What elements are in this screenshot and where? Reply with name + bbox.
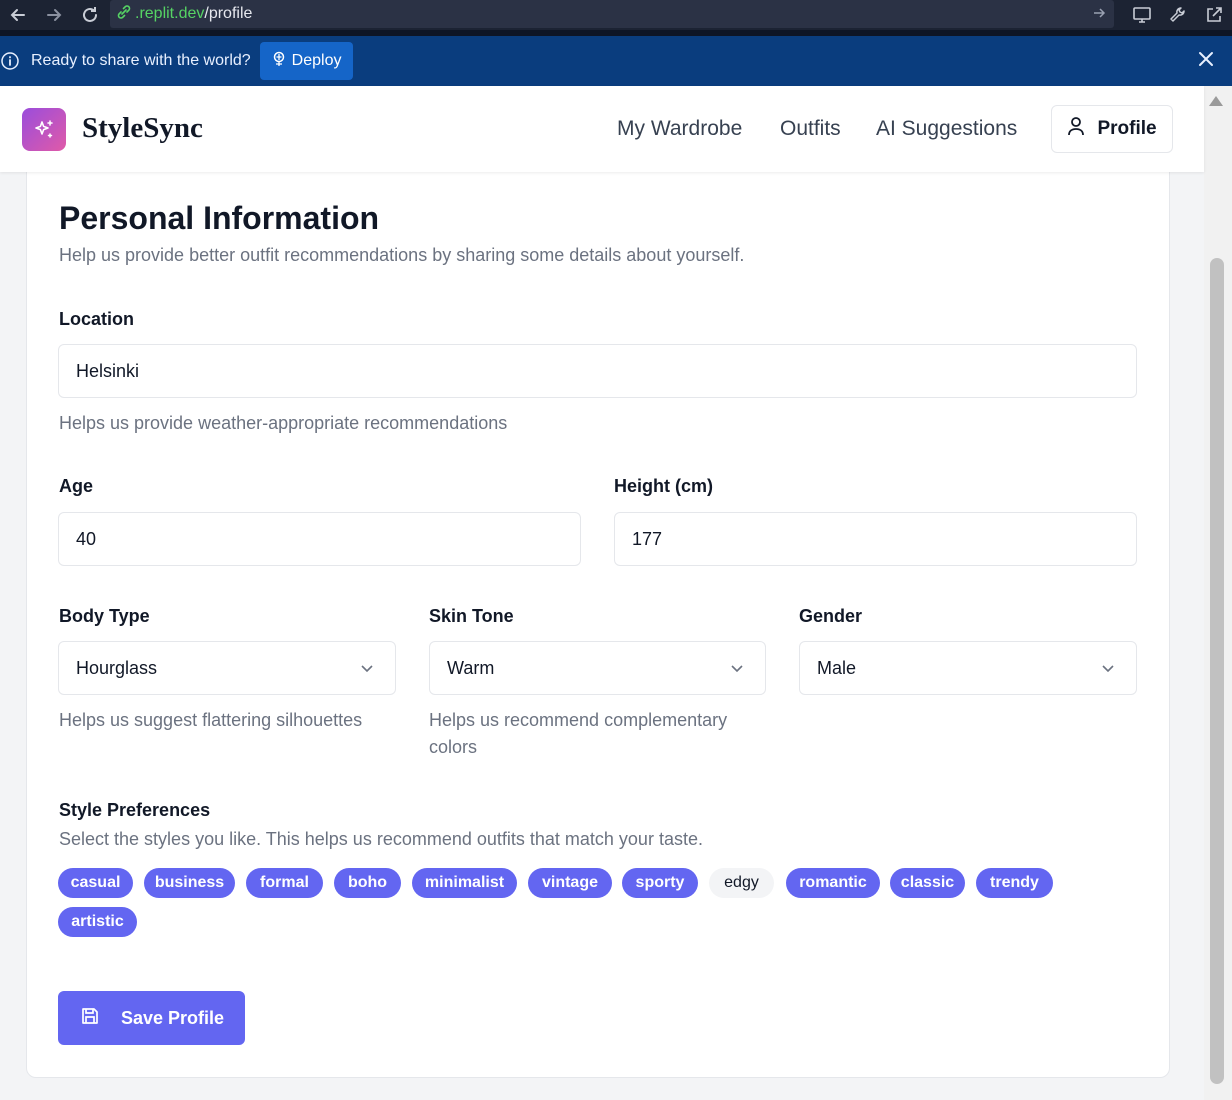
gender-value: Male [817,657,857,678]
sparkle-icon[interactable] [22,108,66,151]
nav-my-wardrobe[interactable]: My Wardrobe [617,117,742,141]
scroll-up-arrow[interactable] [1209,96,1223,106]
page-description: Help us provide better outfit recommenda… [59,245,745,265]
age-label: Age [59,476,94,496]
browser-tools [1124,0,1232,30]
profile-label: Profile [1097,118,1157,139]
skin-tone-label: Skin Tone [429,606,514,626]
reload-icon[interactable] [72,0,108,30]
skin-tone-value: Warm [447,657,495,678]
save-label: Save Profile [121,1007,225,1028]
style-prefs-description: Select the styles you like. This helps u… [59,829,703,849]
style-tag[interactable]: minimalist [412,868,517,898]
style-tag[interactable]: vintage [528,868,612,898]
chevron-down-icon [1100,660,1116,681]
skin-tone-select[interactable]: Warm [429,641,766,695]
save-icon [80,1006,100,1031]
location-input[interactable]: Helsinki [58,344,1137,398]
page-title: Personal Information [59,200,380,236]
brand-name[interactable]: StyleSync [82,112,203,145]
body-type-label: Body Type [59,606,150,626]
go-arrow-icon[interactable] [1092,6,1106,25]
deploy-icon [272,51,286,72]
link-icon [116,4,132,25]
body-type-select[interactable]: Hourglass [58,641,396,695]
deploy-banner: Ready to share with the world? Deploy [0,36,1232,86]
gender-label: Gender [799,606,863,626]
style-tag[interactable]: artistic [58,907,137,937]
style-prefs-label: Style Preferences [59,800,211,820]
style-tag[interactable]: classic [890,868,965,898]
location-label: Location [59,309,134,329]
style-tag[interactable]: formal [246,868,323,898]
chevron-down-icon [359,660,375,681]
forward-arrow-icon[interactable] [36,0,72,30]
style-tag[interactable]: business [144,868,235,898]
deploy-button[interactable]: Deploy [259,42,354,80]
style-tag[interactable]: boho [334,868,401,898]
address-bar[interactable]: .replit.dev/profile [110,0,1114,28]
info-icon [0,51,20,71]
user-icon [1067,116,1085,142]
height-input[interactable]: 177 [614,512,1137,566]
nav-outfits[interactable]: Outfits [780,117,841,141]
save-profile-button[interactable]: Save Profile [58,991,245,1045]
style-tag[interactable]: edgy [709,868,774,898]
gender-select[interactable]: Male [799,641,1137,695]
url-host: .replit.dev [135,5,205,22]
scrollbar-thumb[interactable] [1210,258,1224,1084]
location-help: Helps us provide weather-appropriate rec… [59,413,508,433]
url-path: /profile [204,5,253,22]
banner-text: Ready to share with the world? [31,52,251,69]
age-input[interactable]: 40 [58,512,581,566]
external-link-icon[interactable] [1196,0,1232,30]
chevron-down-icon [729,660,745,681]
style-tag[interactable]: casual [58,868,133,898]
style-tag[interactable]: sporty [622,868,698,898]
profile-button[interactable]: Profile [1051,105,1173,153]
body-type-value: Hourglass [76,657,158,678]
skin-tone-help: Helps us recommend complementary colors [429,710,728,757]
profile-card [26,150,1170,1078]
back-arrow-icon[interactable] [0,0,36,30]
browser-toolbar: .replit.dev/profile [0,0,1232,30]
nav-ai-suggestions[interactable]: AI Suggestions [876,117,1017,141]
height-label: Height (cm) [614,476,713,496]
wrench-icon[interactable] [1160,0,1196,30]
app-header: StyleSync My Wardrobe Outfits AI Suggest… [0,86,1204,172]
style-tag[interactable]: trendy [976,868,1053,898]
body-type-help: Helps us suggest flattering silhouettes [59,710,363,730]
monitor-icon[interactable] [1124,0,1160,30]
style-tag[interactable]: romantic [786,868,880,898]
deploy-label: Deploy [291,52,342,69]
close-icon[interactable] [1198,51,1214,72]
